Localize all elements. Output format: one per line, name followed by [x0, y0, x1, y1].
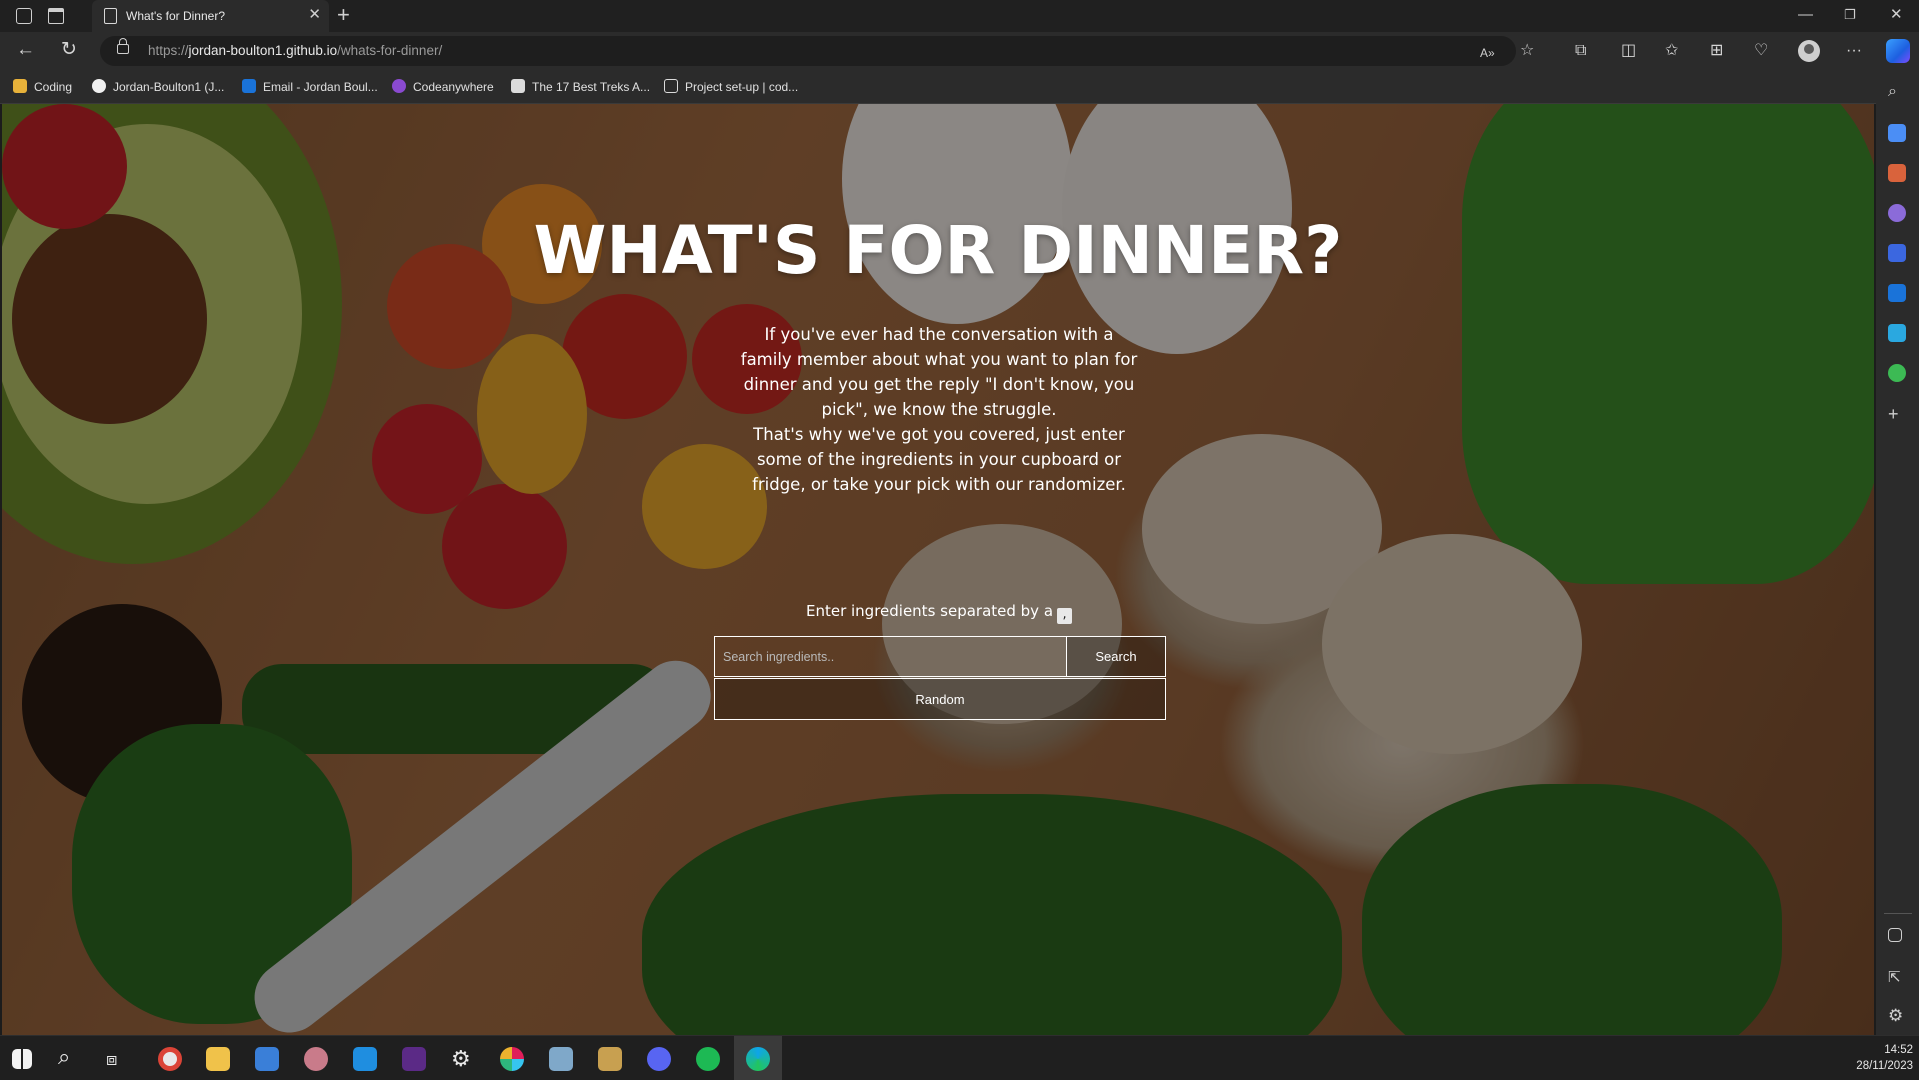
lock-icon[interactable]: [117, 38, 129, 54]
app-icon[interactable]: [304, 1047, 328, 1071]
open-external-icon[interactable]: ⇱: [1888, 968, 1906, 986]
bookmark-project-setup[interactable]: Project set-up | cod...: [664, 79, 798, 95]
favorites-icon[interactable]: ✩: [1665, 41, 1678, 61]
search-button[interactable]: Search: [1066, 636, 1166, 677]
bookmark-label: Coding: [34, 80, 73, 94]
intro-paragraph-2: That's why we've got you covered, just e…: [752, 425, 1126, 494]
search-icon[interactable]: ⌕: [1888, 83, 1906, 101]
games-icon[interactable]: [1888, 204, 1906, 222]
restore-button[interactable]: ❐: [1844, 6, 1856, 24]
edge-sidebar: ⌕ + ⇱ ⚙: [1876, 70, 1919, 1035]
page-viewport: WHAT'S FOR DINNER? If you've ever had th…: [2, 104, 1874, 1035]
settings-gear-icon[interactable]: ⚙: [1888, 1006, 1906, 1025]
document-icon: [664, 79, 678, 93]
screen: What's for Dinner? ✕ + — ❐ ✕ ← ↻ https:/…: [0, 0, 1919, 1080]
search-icon[interactable]: ⌕: [58, 1045, 82, 1069]
address-bar[interactable]: https://jordan-boulton1.github.io/whats-…: [100, 36, 1534, 66]
url-scheme: https://: [148, 43, 189, 58]
league-icon[interactable]: [598, 1047, 622, 1071]
bookmark-label: The 17 Best Treks A...: [532, 80, 651, 94]
bookmark-treks[interactable]: The 17 Best Treks A...: [511, 79, 650, 95]
tab-whats-for-dinner[interactable]: What's for Dinner? ✕: [92, 0, 329, 32]
page-icon: [511, 79, 525, 93]
profile-avatar[interactable]: [1798, 40, 1820, 62]
bookmark-codeanywhere[interactable]: Codeanywhere: [392, 79, 494, 95]
ingredients-label-text: Enter ingredients separated by a: [805, 602, 1054, 620]
browser-essentials-icon[interactable]: ♡: [1754, 41, 1768, 61]
github-icon: [92, 79, 106, 93]
sidebar-divider: [1884, 913, 1912, 914]
taskbar: ⌕ ⧈ ⚙ 14:52 28/11/2023: [0, 1035, 1919, 1080]
window-close-button[interactable]: ✕: [1890, 6, 1903, 24]
refresh-icon[interactable]: ↻: [61, 40, 77, 60]
collections-icon[interactable]: ⊞: [1710, 41, 1723, 61]
intro-paragraph-1: If you've ever had the conversation with…: [740, 325, 1138, 419]
tab-close-icon[interactable]: ✕: [308, 6, 321, 24]
hide-sidebar-icon[interactable]: [1888, 928, 1902, 942]
browser-toolbar: ← ↻ https://jordan-boulton1.github.io/wh…: [0, 32, 1919, 70]
bookmarks-bar: Coding Jordan-Boulton1 (J... Email - Jor…: [0, 70, 1919, 104]
outlook-icon: [242, 79, 256, 93]
url-text[interactable]: https://jordan-boulton1.github.io/whats-…: [148, 43, 442, 58]
bookmark-label: Project set-up | cod...: [685, 80, 799, 94]
bookmark-email[interactable]: Email - Jordan Boul...: [242, 79, 378, 95]
tab-strip: What's for Dinner? ✕ + — ❐ ✕: [0, 0, 1919, 32]
extensions-icon[interactable]: ⧉: [1575, 41, 1586, 61]
shopping-icon[interactable]: [1888, 124, 1906, 142]
bookmark-label: Codeanywhere: [413, 80, 494, 94]
page-icon: [104, 8, 117, 24]
vscode-icon[interactable]: [353, 1047, 377, 1071]
back-icon[interactable]: ←: [16, 40, 35, 60]
copilot-icon[interactable]: [1886, 39, 1910, 63]
more-menu-icon[interactable]: ···: [1846, 41, 1862, 61]
url-host: jordan-boulton1.github.io: [188, 43, 338, 58]
folder-icon: [13, 79, 27, 93]
next-app-icon[interactable]: [402, 1047, 426, 1071]
spotify-icon[interactable]: [696, 1047, 720, 1071]
random-button[interactable]: Random: [714, 678, 1166, 720]
microsoft-365-icon[interactable]: [1888, 244, 1906, 262]
edge-icon[interactable]: [746, 1047, 770, 1071]
discord-icon[interactable]: [647, 1047, 671, 1071]
new-tab-button[interactable]: +: [337, 3, 350, 27]
designer-icon[interactable]: [1888, 364, 1906, 382]
microsoft-store-icon[interactable]: [255, 1047, 279, 1071]
clock[interactable]: 14:52 28/11/2023: [1843, 1042, 1913, 1074]
search-input[interactable]: [714, 636, 1066, 677]
minimize-button[interactable]: —: [1798, 6, 1813, 24]
bookmark-label: Email - Jordan Boul...: [263, 80, 378, 94]
favorite-star-icon[interactable]: ☆: [1520, 41, 1534, 61]
tab-actions-icon[interactable]: [48, 8, 64, 24]
clock-time: 14:52: [1884, 1044, 1913, 1056]
intro-text: If you've ever had the conversation with…: [737, 322, 1141, 497]
windows-start-icon[interactable]: [12, 1049, 32, 1069]
add-icon[interactable]: +: [1888, 404, 1906, 424]
tools-icon[interactable]: [1888, 164, 1906, 182]
outlook-icon[interactable]: [1888, 284, 1906, 302]
bookmark-coding[interactable]: Coding: [13, 79, 72, 95]
bookmark-label: Jordan-Boulton1 (J...: [113, 80, 225, 94]
codeanywhere-icon: [392, 79, 406, 93]
clock-date: 28/11/2023: [1856, 1060, 1913, 1072]
drop-icon[interactable]: [1888, 324, 1906, 342]
settings-gear-icon[interactable]: ⚙: [451, 1047, 475, 1071]
url-path: /whats-for-dinner/: [337, 43, 443, 58]
chrome-icon[interactable]: [158, 1047, 182, 1071]
bookmark-github[interactable]: Jordan-Boulton1 (J...: [92, 79, 224, 95]
ingredients-label: Enter ingredients separated by a,: [702, 602, 1176, 624]
app-icon[interactable]: [549, 1047, 573, 1071]
separator-key: ,: [1057, 608, 1073, 624]
read-aloud-icon[interactable]: A»: [1480, 43, 1495, 63]
workspaces-icon[interactable]: [16, 8, 32, 24]
tab-title: What's for Dinner?: [126, 9, 225, 23]
task-view-icon[interactable]: ⧈: [106, 1047, 130, 1071]
split-screen-icon[interactable]: ◫: [1621, 41, 1636, 61]
page-title: WHAT'S FOR DINNER?: [533, 212, 1343, 289]
slack-icon[interactable]: [500, 1047, 524, 1071]
file-explorer-icon[interactable]: [206, 1047, 230, 1071]
